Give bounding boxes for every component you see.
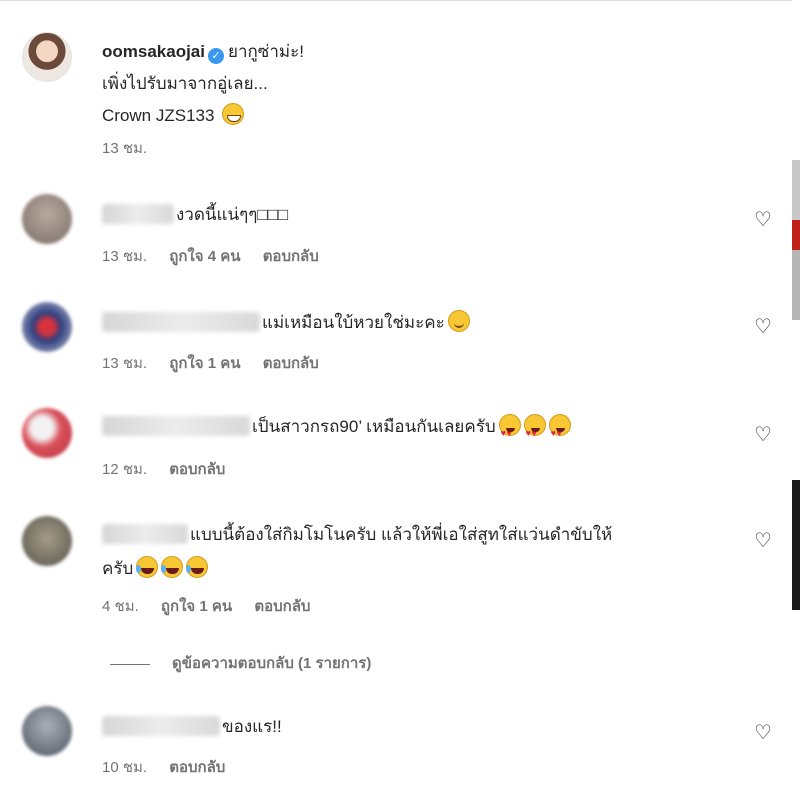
reply-button[interactable]: ตอบกลับ <box>263 355 319 372</box>
comment-text: งวดนี้แน่ๆๆ□□□ <box>176 205 289 224</box>
view-replies-button[interactable]: ดูข้อความตอบกลับ (1 รายการ) <box>110 651 371 675</box>
comment-text: แม่เหมือนใบ้หวยใช่มะคะ <box>262 313 445 332</box>
commenter-avatar[interactable] <box>22 516 72 566</box>
top-divider <box>0 0 800 1</box>
comment-timestamp[interactable]: 13 ชม. <box>102 248 147 265</box>
heart-eyes-emoji-icon <box>523 414 546 450</box>
commenter-username-blurred[interactable] <box>102 416 250 436</box>
view-replies-label: ดูข้อความตอบกลับ (1 รายการ) <box>172 655 372 672</box>
reply-button[interactable]: ตอบกลับ <box>263 248 319 265</box>
heart-outline-icon[interactable]: ♡ <box>752 424 774 446</box>
smiling-face-emoji-icon <box>447 310 470 332</box>
caption-body: oomsakaojai ✓ ยากูซ่าม่ะ! เพิ่งไปรับมาจากอ… <box>102 36 742 132</box>
comment-likes-count[interactable]: ถูกใจ 1 คน <box>169 355 240 372</box>
comment-likes-count[interactable]: ถูกใจ 4 คน <box>169 248 240 265</box>
comment-meta: 13 ชม. ถูกใจ 4 คน ตอบกลับ <box>102 244 337 268</box>
comment-meta: 13 ชม. ถูกใจ 1 คน ตอบกลับ <box>102 351 337 375</box>
background-strip <box>792 0 800 810</box>
tears-of-joy-emoji-icon <box>136 556 159 578</box>
comment-meta: 10 ชม. ตอบกลับ <box>102 755 243 779</box>
heart-outline-icon[interactable]: ♡ <box>752 209 774 231</box>
comment-text: ของแร!! <box>222 717 282 736</box>
commenter-avatar[interactable] <box>22 706 72 756</box>
grinning-face-emoji-icon <box>222 103 245 125</box>
caption-line-1: ยากูซ่าม่ะ! <box>228 42 304 61</box>
comment-timestamp[interactable]: 4 ชม. <box>102 598 139 615</box>
comment-likes-count[interactable]: ถูกใจ 1 คน <box>161 598 232 615</box>
comment-timestamp[interactable]: 12 ชม. <box>102 461 147 478</box>
commenter-username-blurred[interactable] <box>102 312 260 332</box>
comment-meta: 12 ชม. ตอบกลับ <box>102 457 243 481</box>
post-author-username[interactable]: oomsakaojai <box>102 42 205 61</box>
caption-line-2: เพิ่งไปรับมาจากอู่เลย... <box>102 74 268 93</box>
commenter-avatar[interactable] <box>22 302 72 352</box>
commenter-username-blurred[interactable] <box>102 524 188 544</box>
heart-outline-icon[interactable]: ♡ <box>752 722 774 744</box>
commenter-avatar[interactable] <box>22 408 72 458</box>
reply-button[interactable]: ตอบกลับ <box>254 598 310 615</box>
heart-eyes-emoji-icon <box>548 414 571 450</box>
verified-badge-icon: ✓ <box>208 48 224 64</box>
reply-button[interactable]: ตอบกลับ <box>169 461 225 478</box>
comment-text: เป็นสาวกรถ90’ เหมือนกันเลยครับ <box>252 417 496 436</box>
comment-text-continued: ครับ <box>102 559 134 578</box>
comment-meta: 4 ชม. ถูกใจ 1 คน ตอบกลับ <box>102 594 328 618</box>
comment-text: แบบนี้ต้องใส่กิมโมโนครับ แล้วให้พี่เอใส่… <box>190 525 613 544</box>
tears-of-joy-emoji-icon <box>161 556 184 578</box>
tears-of-joy-emoji-icon <box>186 556 209 578</box>
post-author-avatar[interactable] <box>22 32 72 82</box>
comment-timestamp[interactable]: 10 ชม. <box>102 759 147 776</box>
post-timestamp[interactable]: 13 ชม. <box>102 136 147 160</box>
heart-outline-icon[interactable]: ♡ <box>752 316 774 338</box>
commenter-username-blurred[interactable] <box>102 204 174 224</box>
commenter-avatar[interactable] <box>22 194 72 244</box>
comment-timestamp[interactable]: 13 ชม. <box>102 355 147 372</box>
reply-button[interactable]: ตอบกลับ <box>169 759 225 776</box>
heart-outline-icon[interactable]: ♡ <box>752 530 774 552</box>
replies-divider-line <box>110 663 150 665</box>
caption-line-3: Crown JZS133 <box>102 106 215 125</box>
commenter-username-blurred[interactable] <box>102 716 220 736</box>
heart-eyes-emoji-icon <box>498 414 521 450</box>
